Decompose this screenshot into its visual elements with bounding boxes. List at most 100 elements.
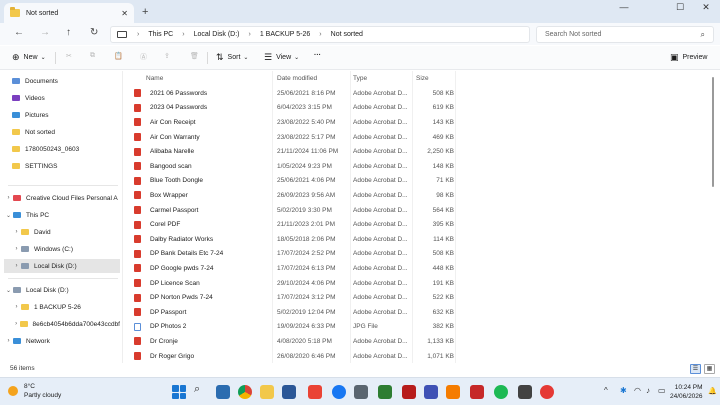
column-header-size[interactable]: Size [416, 71, 454, 85]
file-row[interactable]: Air Con Receipt 23/08/2022 5:40 PM Adobe A… [134, 115, 454, 130]
share-icon[interactable]: ⇪ [164, 52, 170, 60]
word-icon[interactable] [282, 385, 296, 399]
tab-close-button[interactable]: ✕ [121, 9, 128, 18]
close-button[interactable]: ✕ [692, 2, 720, 13]
photos-icon[interactable] [424, 385, 438, 399]
chevron-right-icon[interactable]: › [12, 246, 21, 252]
breadcrumb-this-pc[interactable]: This PC [148, 31, 173, 38]
sidebar-item-creative-cloud[interactable]: › Creative Cloud Files Personal A [4, 191, 120, 205]
file-row[interactable]: Corel PDF 21/11/2023 2:01 PM Adobe Acrobat… [134, 217, 454, 232]
file-row[interactable]: DP Google pwds 7-24 17/07/2024 6:13 PM Ado… [134, 261, 454, 276]
sidebar-item-videos[interactable]: Videos 📌 [12, 91, 132, 105]
chevron-down-icon[interactable]: ⌄ [4, 212, 13, 219]
file-row[interactable]: Dalby Radiator Works 18/05/2018 2:06 PM Ad… [134, 232, 454, 247]
breadcrumb-local-disk[interactable]: Local Disk (D:) [194, 31, 240, 38]
file-row[interactable]: DP Photos 2 19/09/2024 6:33 PM JPG File 382… [134, 320, 454, 335]
rename-icon[interactable]: Ⓐ [140, 52, 147, 62]
maximize-button[interactable]: ☐ [666, 2, 694, 13]
bluetooth-icon[interactable]: ✱ [620, 386, 627, 395]
sidebar-item-local-disk-d[interactable]: › Local Disk (D:) [4, 259, 120, 273]
new-tab-button[interactable]: + [142, 6, 148, 18]
chevron-right-icon[interactable]: › [4, 195, 13, 201]
file-row[interactable]: Carmel Passport 5/02/2019 3:30 PM Adobe Ac… [134, 203, 454, 218]
file-row[interactable]: 2023 04 Passwords 6/04/2023 3:15 PM Adobe … [134, 101, 454, 116]
file-row[interactable]: Dr Cronje 4/08/2020 5:18 PM Adobe Acrobat … [134, 334, 454, 349]
file-row[interactable]: DP Norton Pwds 7-24 17/07/2024 3:12 PM Ado… [134, 290, 454, 305]
cut-icon[interactable]: ✂ [66, 52, 72, 60]
back-button[interactable]: ← [14, 27, 24, 38]
minimize-button[interactable]: — [610, 2, 638, 12]
file-row[interactable]: Bangood scan 1/05/2024 9:23 PM Adobe Acrob… [134, 159, 454, 174]
file-row[interactable]: Dr Roger Grigo 26/08/2020 6:46 PM Adobe Ac… [134, 349, 454, 363]
sidebar-item-not-sorted[interactable]: Not sorted [12, 125, 120, 139]
volume-icon[interactable]: ♪ [646, 386, 650, 395]
tab-not-sorted[interactable]: Not sorted ✕ [4, 3, 134, 23]
start-button[interactable] [172, 385, 186, 399]
file-row[interactable]: Air Con Warranty 23/08/2022 5:17 PM Adobe … [134, 130, 454, 145]
search-input[interactable]: Search Not sorted [545, 31, 601, 38]
file-row[interactable]: Alibaba Narelle 21/11/2024 11:06 PM Adobe … [134, 144, 454, 159]
file-row[interactable]: DP Bank Details Etc 7-24 17/07/2024 2:52 … [134, 247, 454, 262]
details-view-icon[interactable]: ☰ [690, 364, 701, 374]
vlc-icon[interactable] [446, 385, 460, 399]
notification-bell-icon[interactable]: 🔔 [708, 387, 717, 395]
file-row[interactable]: Box Wrapper 26/09/2023 9:56 AM Adobe Acrob… [134, 188, 454, 203]
view-button[interactable]: ☰ View ⌄ [264, 52, 299, 63]
sidebar-item-network[interactable]: › Network [4, 334, 120, 348]
clock[interactable]: 10:24 PM 24/06/2026 [670, 383, 703, 401]
paste-icon[interactable]: 📋 [114, 52, 123, 60]
chevron-right-icon[interactable]: › [12, 321, 20, 327]
chevron-right-icon[interactable]: › [4, 338, 13, 344]
forward-button[interactable]: → [40, 27, 50, 38]
chrome-icon[interactable] [238, 385, 252, 399]
file-row[interactable]: Blue Tooth Dongle 25/06/2021 4:06 PM Adobe… [134, 174, 454, 189]
spotify-icon[interactable] [494, 385, 508, 399]
column-header-name[interactable]: Name [146, 71, 266, 85]
sidebar-item-documents[interactable]: Documents 📌 [12, 74, 132, 88]
sidebar-item-this-pc[interactable]: ⌄ This PC [4, 208, 120, 222]
copy-icon[interactable]: ⧉ [90, 52, 95, 60]
delete-icon[interactable]: 🗑 [190, 52, 199, 60]
acrobat-icon[interactable] [402, 385, 416, 399]
opera-icon[interactable] [308, 385, 322, 399]
sidebar-item-backup[interactable]: › 1 BACKUP 5-26 [12, 300, 120, 314]
facebook-icon[interactable] [332, 385, 346, 399]
preview-button[interactable]: ▣ Preview [670, 52, 707, 63]
column-header-date[interactable]: Date modified [277, 71, 349, 85]
sidebar-item-windows-c[interactable]: › Windows (C:) [12, 242, 120, 256]
address-bar[interactable]: › This PC › Local Disk (D:) › 1 BACKUP 5… [110, 26, 530, 43]
chevron-right-icon[interactable]: › [12, 229, 21, 235]
vertical-scrollbar[interactable] [710, 71, 716, 363]
up-button[interactable]: ↑ [66, 27, 71, 38]
chevron-right-icon[interactable]: › [12, 263, 21, 269]
more-options-button[interactable]: ··· [314, 52, 321, 59]
file-row[interactable]: DP Passport 5/02/2019 12:04 PM Adobe Acrob… [134, 305, 454, 320]
tiles-view-icon[interactable]: ▦ [704, 364, 715, 374]
new-button[interactable]: ⊕ New ⌄ [12, 52, 46, 63]
app-icon[interactable] [354, 385, 368, 399]
app-icon[interactable] [470, 385, 484, 399]
search-box[interactable]: Search Not sorted ⌕ [536, 26, 714, 43]
chevron-right-icon[interactable]: › [12, 304, 21, 310]
app-icon[interactable] [540, 385, 554, 399]
battery-icon[interactable]: ▭ [658, 386, 666, 395]
scrollbar-thumb[interactable] [712, 77, 714, 187]
sidebar-item-pictures[interactable]: Pictures 📌 [12, 108, 132, 122]
chevron-down-icon[interactable]: ⌄ [4, 287, 13, 294]
tray-chevron-icon[interactable]: ^ [604, 386, 608, 395]
sidebar-item-local-disk-d-root[interactable]: ⌄ Local Disk (D:) [4, 283, 120, 297]
terminal-icon[interactable] [518, 385, 532, 399]
sidebar-item-david[interactable]: › David [12, 225, 120, 239]
edge-icon[interactable] [216, 385, 230, 399]
file-row[interactable]: 2021 06 Passwords 25/06/2021 8:16 PM Adobe… [134, 86, 454, 101]
column-header-type[interactable]: Type [353, 71, 413, 85]
search-icon[interactable]: ⌕ [194, 383, 200, 396]
breadcrumb-backup[interactable]: 1 BACKUP 5-26 [260, 31, 310, 38]
excel-icon[interactable] [378, 385, 392, 399]
sidebar-item-settings[interactable]: SETTINGS [12, 159, 120, 173]
sidebar-item-8e6cb[interactable]: › 8e6cb4054b6dda700e43ccdbf [12, 317, 120, 331]
file-row[interactable]: DP Licence Scan 29/10/2024 4:06 PM Adobe A… [134, 276, 454, 291]
weather-widget[interactable]: 8°C Partly cloudy [8, 382, 61, 400]
sidebar-item-1780050243[interactable]: 1780050243_0603 [12, 142, 120, 156]
refresh-button[interactable]: ↻ [90, 27, 98, 38]
